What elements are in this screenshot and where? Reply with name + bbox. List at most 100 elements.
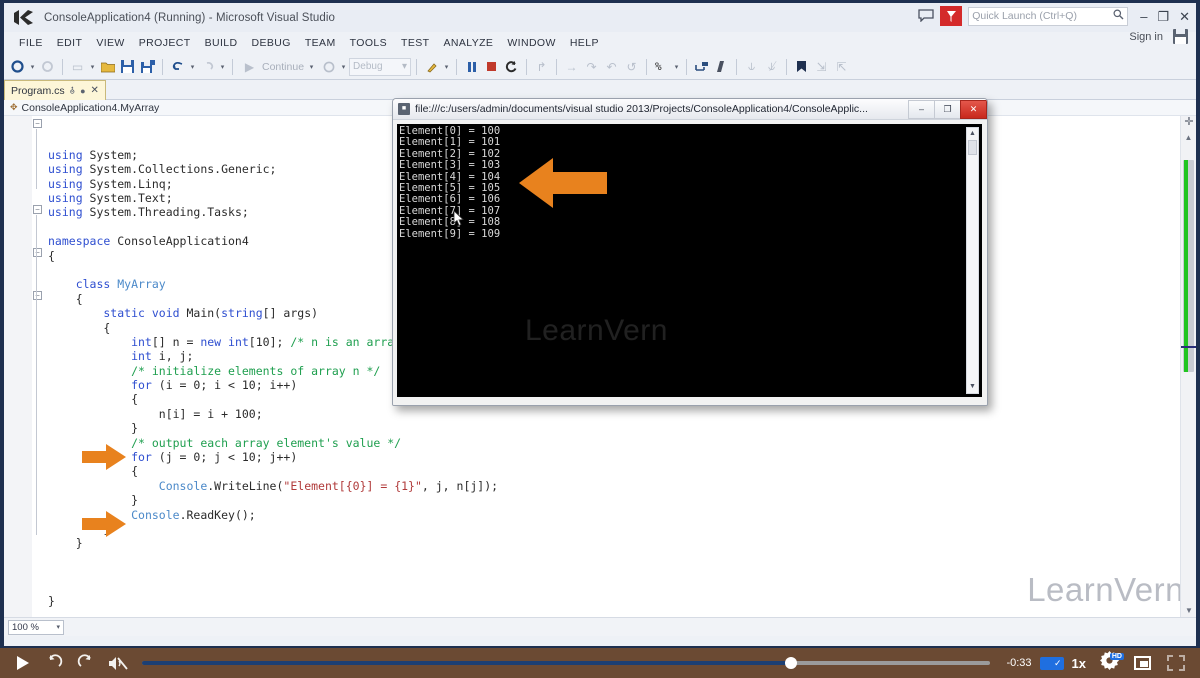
- navigate-back-caret-icon[interactable]: ▾: [28, 63, 37, 71]
- close-button[interactable]: ✕: [1179, 10, 1190, 23]
- save-icon[interactable]: [118, 57, 137, 77]
- scroll-up-button[interactable]: ▲: [1181, 130, 1196, 144]
- breadcrumb-text[interactable]: ConsoleApplication4.MyArray: [22, 102, 160, 114]
- quick-launch-input[interactable]: Quick Launch (Ctrl+Q): [968, 6, 1129, 26]
- bookmark-icon[interactable]: [792, 57, 811, 77]
- pin-icon[interactable]: ⯗: [70, 83, 75, 99]
- zoom-level-value: 100 %: [12, 621, 39, 633]
- settings-quality-button[interactable]: HD: [1094, 651, 1124, 674]
- continue-button[interactable]: ▶ Continue ▾: [238, 57, 318, 77]
- fold-toggle-main[interactable]: −: [33, 291, 42, 300]
- menu-item-file[interactable]: FILE: [12, 35, 50, 51]
- step-continue-icon[interactable]: ↺: [622, 57, 641, 77]
- restart-icon[interactable]: [502, 57, 521, 77]
- console-output-window[interactable]: ■ file:///c:/users/admin/documents/visua…: [392, 98, 988, 406]
- open-file-icon[interactable]: [98, 57, 117, 77]
- save-icon[interactable]: [1173, 29, 1188, 44]
- volume-muted-icon[interactable]: [102, 648, 134, 678]
- scrollbar-thumb[interactable]: [1183, 160, 1194, 372]
- search-icon[interactable]: [1113, 9, 1124, 23]
- pause-icon[interactable]: [462, 57, 481, 77]
- split-view-icon[interactable]: ✛: [1183, 117, 1195, 129]
- navigate-forward-icon[interactable]: [38, 57, 57, 77]
- feedback-speech-bubble-icon[interactable]: [918, 9, 934, 23]
- playback-speed-label[interactable]: 1x: [1066, 656, 1092, 671]
- undo-caret-icon[interactable]: ▾: [188, 63, 197, 71]
- notification-flag-icon[interactable]: [940, 6, 963, 26]
- rewind-10-icon[interactable]: [38, 648, 70, 678]
- navigate-back-icon[interactable]: [8, 57, 27, 77]
- seek-bar-track[interactable]: [142, 657, 991, 669]
- picture-in-picture-icon[interactable]: [1126, 648, 1158, 678]
- fold-toggle-namespace[interactable]: −: [33, 205, 42, 214]
- scroll-down-button[interactable]: ▼: [1181, 606, 1196, 615]
- brand-watermark-editor: LearnVern: [1027, 571, 1184, 608]
- continue-caret-icon[interactable]: ▾: [307, 63, 316, 71]
- console-title-bar[interactable]: ■ file:///c:/users/admin/documents/visua…: [393, 99, 987, 120]
- glyph-margin[interactable]: [14, 116, 32, 617]
- editor-vertical-scrollbar[interactable]: ✛ ▲ ▼: [1180, 116, 1196, 617]
- menu-item-debug[interactable]: DEBUG: [245, 35, 298, 51]
- menu-item-help[interactable]: HELP: [563, 35, 606, 51]
- solution-config-dropdown[interactable]: Debug ▾: [349, 57, 412, 76]
- step-out-icon[interactable]: ↶: [602, 57, 621, 77]
- attach-to-process-icon[interactable]: [422, 57, 441, 77]
- stop-square-icon[interactable]: [482, 57, 501, 77]
- console-minimize-button[interactable]: –: [908, 99, 935, 119]
- save-all-icon[interactable]: [138, 57, 157, 77]
- command-prompt-icon: ■: [398, 103, 410, 115]
- menu-item-team[interactable]: TEAM: [298, 35, 343, 51]
- console-scroll-down-button[interactable]: ▼: [967, 381, 978, 393]
- console-vertical-scrollbar[interactable]: ▲ ▼: [966, 127, 979, 394]
- fold-toggle-class[interactable]: −: [33, 248, 42, 257]
- show-next-statement-icon[interactable]: ↱: [532, 57, 551, 77]
- step-into-icon[interactable]: →: [562, 57, 581, 77]
- tab-program-cs[interactable]: Program.cs ⯗ ● ✕: [4, 80, 106, 100]
- menu-item-test[interactable]: TEST: [394, 35, 436, 51]
- comment-selection-icon[interactable]: ⫝: [742, 57, 761, 77]
- menu-item-edit[interactable]: EDIT: [50, 35, 90, 51]
- menu-item-build[interactable]: BUILD: [198, 35, 245, 51]
- forward-10-icon[interactable]: [70, 648, 102, 678]
- new-project-caret-icon[interactable]: ▾: [88, 63, 97, 71]
- console-maximize-button[interactable]: ❐: [934, 99, 961, 119]
- seek-bar-handle[interactable]: [785, 657, 798, 669]
- step-over-icon[interactable]: ↷: [582, 57, 601, 77]
- menu-item-window[interactable]: WINDOW: [500, 35, 562, 51]
- uncomment-selection-icon[interactable]: ⫝̸: [762, 57, 781, 77]
- console-close-button[interactable]: ✕: [960, 99, 987, 119]
- menu-item-tools[interactable]: TOOLS: [343, 35, 394, 51]
- redo-caret-icon[interactable]: ▾: [218, 63, 227, 71]
- seek-bar-container[interactable]: [134, 648, 998, 678]
- play-icon[interactable]: [6, 648, 38, 678]
- zoom-level-dropdown[interactable]: 100 % ▾: [8, 619, 64, 635]
- attach-caret-icon[interactable]: ▾: [442, 63, 451, 71]
- menu-item-view[interactable]: VIEW: [89, 35, 131, 51]
- tab-close-icon[interactable]: ✕: [91, 85, 99, 96]
- previous-bookmark-icon[interactable]: ⇱: [832, 57, 851, 77]
- stop-caret-icon[interactable]: ▾: [339, 63, 348, 71]
- undo-icon[interactable]: [168, 57, 187, 77]
- restore-button[interactable]: ❐: [1157, 10, 1169, 23]
- minimize-button[interactable]: –: [1140, 10, 1147, 23]
- stop-outline-icon[interactable]: [319, 57, 338, 77]
- menu-item-project[interactable]: PROJECT: [132, 35, 198, 51]
- closed-captions-toggle[interactable]: ✓: [1039, 656, 1064, 670]
- video-player-controls: -0:33 ✓ 1x HD: [0, 648, 1200, 678]
- redo-icon[interactable]: [198, 57, 217, 77]
- console-scrollbar-thumb[interactable]: [968, 140, 977, 155]
- console-screen[interactable]: Element[0] = 100 Element[1] = 101 Element[…: [397, 124, 982, 397]
- outlining-margin[interactable]: − − − −: [32, 116, 44, 617]
- code-line: }: [48, 421, 139, 436]
- hexadecimal-display-icon[interactable]: %: [652, 57, 671, 77]
- stack-frame-icon[interactable]: [712, 57, 731, 77]
- fullscreen-icon[interactable]: [1160, 648, 1192, 678]
- hex-caret-icon[interactable]: ▾: [672, 63, 681, 71]
- menu-item-analyze[interactable]: ANALYZE: [436, 35, 500, 51]
- fold-toggle-usings[interactable]: −: [33, 119, 42, 128]
- sign-in-link[interactable]: Sign in: [1129, 31, 1163, 43]
- threads-icon[interactable]: [692, 57, 711, 77]
- new-project-icon[interactable]: ▭: [68, 57, 87, 77]
- console-scroll-up-button[interactable]: ▲: [967, 128, 978, 140]
- next-bookmark-icon[interactable]: ⇲: [812, 57, 831, 77]
